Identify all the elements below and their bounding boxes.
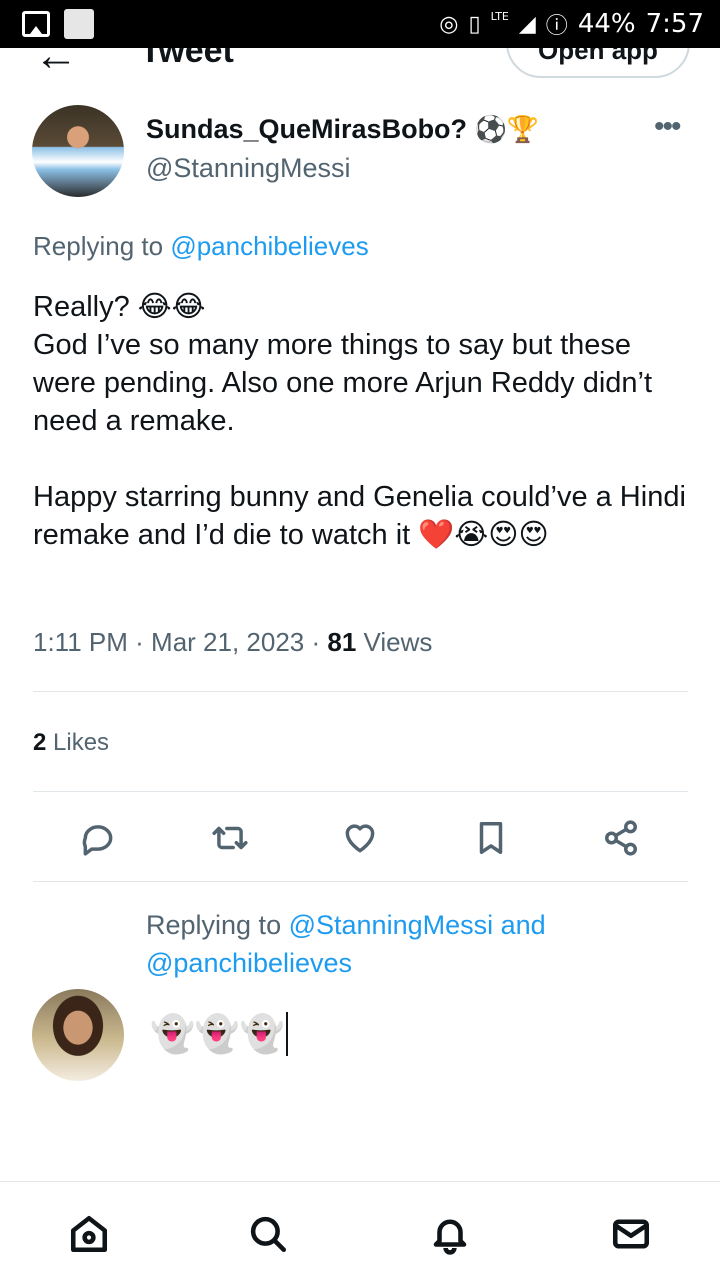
tweet-time[interactable]: 1:11 PM	[33, 627, 128, 657]
text-caret	[286, 1012, 289, 1056]
views-label: Views	[363, 627, 433, 657]
divider	[33, 791, 688, 792]
page-title: Tweet	[140, 48, 234, 70]
share-icon[interactable]	[599, 816, 643, 860]
tweet-text: Really? 😂😂 God I’ve so many more things …	[33, 288, 693, 554]
reply-recipients: Replying to @StanningMessi and @panchibe…	[146, 906, 666, 982]
divider	[33, 881, 688, 882]
battery-percent: 44%	[577, 9, 636, 39]
vibrate-icon: ▯	[468, 11, 481, 37]
bell-icon[interactable]	[428, 1212, 472, 1256]
tweet-actions	[0, 806, 720, 876]
network-type: LTE	[490, 9, 509, 23]
back-arrow-icon[interactable]: ←	[34, 48, 78, 78]
more-icon[interactable]: •••	[654, 110, 681, 144]
status-bar: ◎ ▯ LTE ◢ ⓘ 44% 7:57	[0, 0, 720, 48]
views-count: 81	[327, 627, 357, 657]
author-avatar[interactable]	[32, 105, 124, 197]
gallery-notification-icon	[22, 11, 50, 37]
tweet-text-line: God I’ve so many more things to say but …	[33, 329, 661, 437]
search-icon[interactable]	[246, 1212, 290, 1256]
reply-input[interactable]: 👻👻👻	[150, 1012, 289, 1056]
heart-icon[interactable]	[338, 816, 382, 860]
battery-saver-icon: ⓘ	[545, 14, 568, 39]
bottom-nav	[0, 1181, 720, 1280]
open-app-button[interactable]: Open app	[506, 48, 690, 78]
bookmark-icon[interactable]	[469, 816, 513, 860]
author-handle[interactable]: @StanningMessi	[146, 153, 351, 184]
divider	[33, 691, 688, 692]
user-avatar[interactable]	[32, 989, 124, 1081]
tweet-text-line: Really? 😂😂	[33, 291, 206, 323]
reply-icon[interactable]	[76, 816, 120, 860]
mail-icon[interactable]	[609, 1212, 653, 1256]
signal-icon: ◢	[518, 11, 536, 37]
replying-prefix: Replying to	[33, 231, 164, 261]
tweet-meta: 1:11 PM · Mar 21, 2023 · 81 Views	[33, 627, 433, 657]
replying-to: Replying to @panchibelieves	[33, 231, 369, 262]
retweet-icon[interactable]	[208, 816, 252, 860]
reply-draft-text[interactable]: 👻👻👻	[150, 1013, 284, 1055]
reply-recipient-link[interactable]: @StanningMessi	[289, 910, 494, 940]
reply-prefix: Replying to	[146, 910, 282, 940]
reply-and[interactable]: and	[501, 910, 546, 940]
home-icon[interactable]	[67, 1212, 111, 1256]
hotspot-icon: ◎	[439, 11, 459, 37]
top-header: ← Tweet Open app	[0, 48, 720, 90]
tweet-date[interactable]: Mar 21, 2023	[151, 627, 304, 657]
author-name-text: Sundas_QueMirasBobo?	[146, 114, 468, 144]
likes-count: 2	[33, 729, 47, 756]
reply-recipient-link[interactable]: @panchibelieves	[146, 948, 352, 978]
likes-stat[interactable]: 2 Likes	[33, 729, 109, 757]
tweet-text-line: Happy starring bunny and Genelia could’v…	[33, 481, 694, 551]
app-notification-icon	[64, 9, 94, 39]
author-name-emoji: ⚽🏆	[474, 115, 540, 145]
clock: 7:57	[645, 9, 704, 39]
replying-to-link[interactable]: @panchibelieves	[170, 231, 368, 261]
author-name[interactable]: Sundas_QueMirasBobo? ⚽🏆	[146, 114, 539, 145]
likes-label: Likes	[53, 729, 110, 756]
